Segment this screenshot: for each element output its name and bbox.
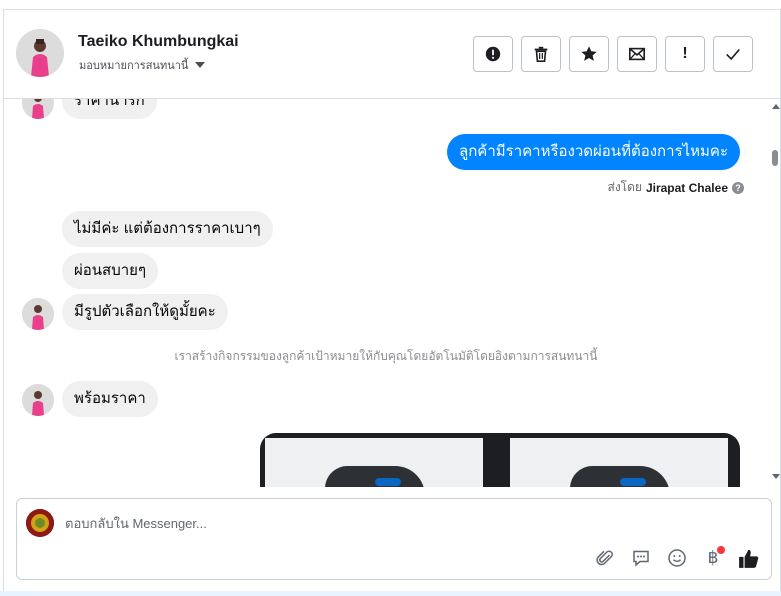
mark-unread-button[interactable] bbox=[617, 36, 657, 72]
customer-avatar-small bbox=[22, 99, 54, 119]
system-note: เราสร้างกิจกรรมของลูกค้าเป้าหมายให้กับคุ… bbox=[174, 349, 598, 363]
message-thread: ราคาน่ารัก ลูกค้ามีราคาหรืองวดผ่อนที่ต้อ… bbox=[4, 99, 768, 487]
reply-composer: ฿ bbox=[16, 498, 772, 580]
page-avatar bbox=[26, 509, 54, 537]
scroll-up-arrow-icon[interactable] bbox=[772, 104, 780, 109]
reply-input[interactable] bbox=[65, 512, 665, 534]
customer-avatar-small bbox=[22, 298, 54, 330]
paperclip-icon bbox=[596, 550, 613, 566]
customer-name[interactable]: Taeiko Khumbungkai bbox=[78, 33, 239, 51]
star-icon bbox=[581, 46, 597, 61]
follow-up-button[interactable]: ! bbox=[665, 36, 705, 72]
sent-by-prefix: ส่งโดย bbox=[607, 180, 642, 194]
speech-bubble-icon bbox=[633, 550, 649, 567]
composer-tools: ฿ bbox=[593, 546, 761, 570]
alert-circle-icon bbox=[485, 46, 501, 62]
incoming-message: ราคาน่ารัก bbox=[62, 99, 157, 119]
incoming-message: ผ่อนสบายๆ bbox=[62, 253, 158, 289]
saved-replies-button[interactable] bbox=[629, 546, 653, 570]
like-button[interactable] bbox=[737, 546, 761, 570]
scroll-thumb[interactable] bbox=[772, 150, 778, 166]
customer-avatar[interactable] bbox=[16, 29, 64, 77]
payment-button[interactable]: ฿ bbox=[701, 546, 725, 570]
scroll-down-arrow-icon[interactable] bbox=[772, 474, 780, 479]
emoji-button[interactable] bbox=[665, 546, 689, 570]
incoming-message: พร้อมราคา bbox=[62, 381, 158, 417]
notification-dot bbox=[717, 546, 725, 554]
sender-name: Jirapat Chalee bbox=[645, 180, 728, 195]
delete-button[interactable] bbox=[521, 36, 561, 72]
trash-icon bbox=[534, 46, 548, 63]
thread-scrollbar[interactable] bbox=[769, 99, 781, 487]
customer-avatar-small bbox=[22, 384, 54, 416]
car-photo[interactable] bbox=[510, 438, 728, 487]
conversation-header: Taeiko Khumbungkai มอบหมายการสนทนานี้ ! bbox=[4, 10, 780, 99]
caret-down-icon bbox=[195, 62, 206, 68]
outgoing-message: ลูกค้ามีราคาหรืองวดผ่อนที่ต้องการไหมคะ bbox=[447, 134, 740, 170]
sent-by-info: ส่งโดย Jirapat Chalee ? bbox=[607, 178, 744, 197]
envelope-icon bbox=[628, 47, 646, 61]
spam-button[interactable] bbox=[473, 36, 513, 72]
car-photo[interactable] bbox=[265, 438, 483, 487]
assign-conversation-dropdown[interactable]: มอบหมายการสนทนานี้ bbox=[79, 56, 206, 74]
exclamation-icon: ! bbox=[682, 45, 688, 62]
mark-done-button[interactable] bbox=[713, 36, 753, 72]
image-attachment[interactable] bbox=[260, 433, 740, 487]
help-icon[interactable]: ? bbox=[732, 181, 744, 194]
incoming-message: ไม่มีค่ะ แต่ต้องการราคาเบาๆ bbox=[62, 211, 273, 247]
thumbs-up-icon bbox=[739, 549, 759, 568]
attach-button[interactable] bbox=[593, 546, 617, 570]
assign-label: มอบหมายการสนทนานี้ bbox=[79, 60, 189, 72]
star-button[interactable] bbox=[569, 36, 609, 72]
incoming-message: มีรูปตัวเลือกให้ดูมั้ยคะ bbox=[62, 294, 228, 330]
smiley-icon bbox=[668, 549, 686, 567]
header-actions: ! bbox=[473, 36, 753, 72]
bottom-strip bbox=[0, 591, 781, 596]
checkmark-icon bbox=[726, 48, 740, 61]
